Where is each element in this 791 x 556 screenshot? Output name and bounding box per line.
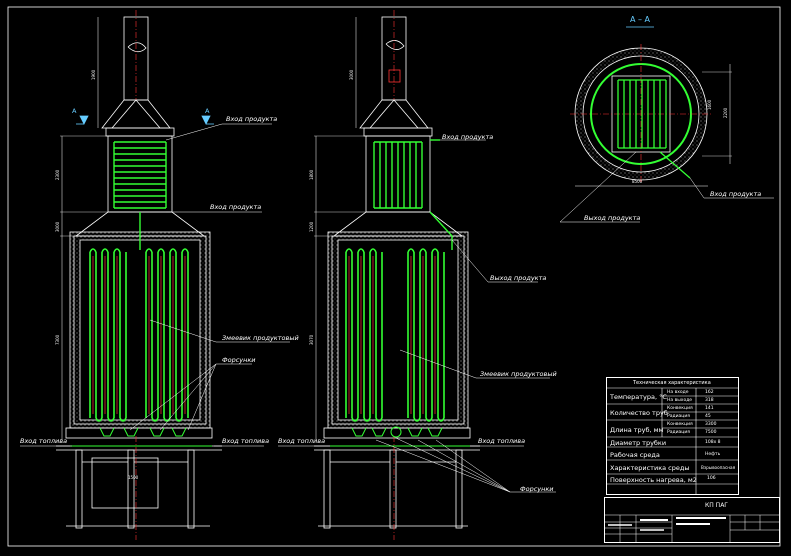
spec-table: Техническая характеристика Температура, …	[606, 377, 739, 495]
label-product-mid-left: Вход продукта	[210, 203, 262, 211]
spec-row-temp-name: Температура, °С	[610, 393, 667, 401]
label-plan-product-in: Вход продукта	[710, 190, 762, 198]
spec-row-tubes-val-1: 141	[705, 406, 714, 411]
spec-row-length-sub-1: Конвекция	[667, 422, 693, 427]
spec-row-surface-val: 106	[707, 476, 716, 481]
spec-row-medium-name: Рабочая среда	[610, 451, 660, 459]
dim-radiant: 7300	[55, 334, 60, 345]
label-coil-left: Змеевик продуктовый	[222, 334, 299, 342]
section-mark-right-a: А	[205, 107, 210, 115]
spec-row-surface-name: Поверхность нагрева, м2	[610, 476, 697, 484]
dim-plan-diameter: 8500	[632, 179, 643, 184]
spec-row-length-sub-2: Радиация	[667, 430, 690, 435]
label-fuel-in-2: Вход топлива	[222, 437, 270, 445]
spec-row-temp-sub-1: На входе	[667, 390, 689, 395]
right-convection-coil	[373, 141, 423, 209]
title-block-code: КП ПАГ	[705, 502, 728, 509]
dim-radiant-right: 3070	[309, 334, 314, 345]
dim-transition-right: 1200	[309, 221, 314, 232]
right-furnace-elevation	[314, 10, 480, 540]
spec-row-length-val-2: 7500	[705, 430, 717, 435]
spec-row-tubes-sub-2: Радиация	[667, 414, 690, 419]
label-fuel-in-3: Вход топлива	[278, 437, 326, 445]
spec-row-length-val-1: 3300	[705, 422, 717, 427]
dim-chimney-right: 3000	[349, 69, 354, 80]
spec-row-temp-val-2: 318	[705, 398, 714, 403]
section-marks-left	[76, 115, 214, 125]
spec-row-char-name: Характеристика среды	[610, 464, 690, 472]
section-title: А – А	[630, 15, 651, 24]
spec-row-diam-val: 108х 8	[705, 440, 721, 445]
spec-row-length-name: Длина труб, мм	[610, 426, 664, 434]
dim-transition: 3000	[55, 221, 60, 232]
left-convection-coil	[113, 141, 167, 209]
dim-base-width: 1500	[128, 475, 139, 480]
spec-row-tubes-sub-1: Конвекция	[667, 406, 693, 411]
spec-row-diam-name: Диаметр трубки	[610, 439, 667, 447]
spec-row-tubes-name: Количество труб	[610, 409, 668, 417]
spec-row-temp-sub-2: На выходе	[667, 398, 693, 403]
label-fuel-in-1: Вход топлива	[20, 437, 68, 445]
section-mark-left-a: А	[72, 107, 77, 115]
label-plan-product-out: Выход продукта	[584, 214, 641, 222]
spec-row-tubes-val-2: 45	[705, 414, 711, 419]
dim-convection: 2300	[55, 169, 60, 180]
label-burners-left: Форсунки	[222, 356, 256, 364]
dim-convection-right: 1800	[309, 169, 314, 180]
right-burners	[330, 426, 470, 447]
spec-header: Техническая характеристика	[633, 380, 711, 386]
dim-plan-height: 2200	[723, 107, 728, 118]
left-furnace-elevation	[56, 10, 222, 540]
label-product-out-right: Выход продукта	[490, 274, 547, 282]
spec-row-medium-val: Нефть	[705, 452, 721, 457]
label-burners-right: Форсунки	[520, 485, 554, 493]
spec-row-char-val: Взрывоопасная	[701, 465, 736, 470]
label-coil-right: Змеевик продуктовый	[480, 370, 557, 378]
label-product-in-left: Вход продукта	[226, 115, 278, 123]
label-fuel-in-4: Вход топлива	[478, 437, 526, 445]
label-product-in-right: Вход продукта	[442, 133, 494, 141]
left-burners	[70, 427, 212, 447]
spec-row-temp-val-1: 162	[705, 390, 714, 395]
dim-chimney: 1900	[91, 69, 96, 80]
plan-view-a-a	[570, 44, 732, 187]
title-block: КП ПАГ	[604, 497, 780, 543]
dim-plan-coil: 1600	[707, 99, 712, 110]
